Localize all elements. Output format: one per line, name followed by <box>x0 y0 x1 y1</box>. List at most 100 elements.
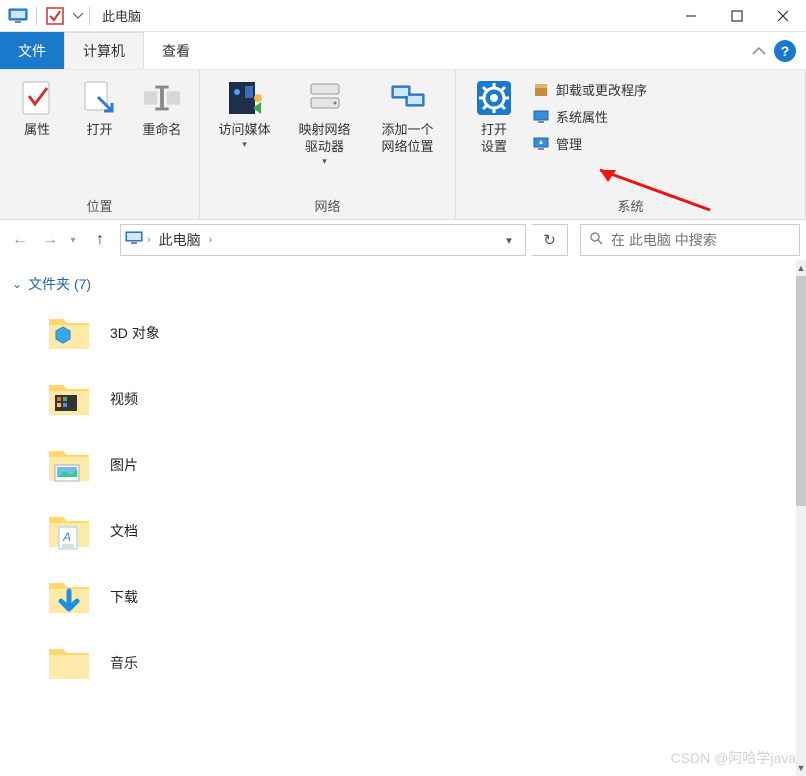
open-settings-button[interactable]: 打开 设置 <box>462 74 526 160</box>
scrollbar[interactable]: ▲ ▼ <box>796 260 806 776</box>
folder-3d-objects[interactable]: 3D 对象 <box>12 300 796 366</box>
window-title: 此电脑 <box>102 6 668 25</box>
add-network-location-button[interactable]: 添加一个 网络位置 <box>366 74 449 160</box>
window-controls <box>668 0 806 32</box>
refresh-button[interactable]: ↻ <box>532 224 568 256</box>
mapdrive-label: 映射网络 驱动器 <box>299 122 351 156</box>
close-button[interactable] <box>760 0 806 32</box>
address-bar[interactable]: › 此电脑 › ▾ <box>120 224 526 256</box>
breadcrumb-this-pc[interactable]: 此电脑 <box>155 230 205 250</box>
back-button[interactable]: ← <box>6 226 34 254</box>
folder-icon <box>42 372 96 426</box>
map-drive-button[interactable]: 映射网络 驱动器 ▾ <box>283 74 366 171</box>
folder-label: 文档 <box>110 521 138 541</box>
watermark: CSDN @阿哈学java <box>671 748 796 768</box>
scroll-thumb[interactable] <box>796 276 806 506</box>
up-button[interactable]: ↑ <box>86 226 114 254</box>
history-dropdown[interactable]: ▾ <box>66 226 80 254</box>
properties-check-icon[interactable] <box>41 2 69 30</box>
folder-icon <box>42 306 96 360</box>
chevron-down-icon: ⌄ <box>12 277 22 291</box>
settings-icon <box>474 78 514 118</box>
manage-button[interactable]: 管理 <box>528 132 651 155</box>
navigation-bar: ← → ▾ ↑ › 此电脑 › ▾ ↻ <box>0 220 806 260</box>
manage-icon <box>532 135 550 153</box>
ribbon-body: 属性 打开 重命名 位置 访问媒体 <box>0 70 806 220</box>
content-area: ⌄ 文件夹 (7) 3D 对象 视频 图片 A 文档 下载 <box>0 260 796 776</box>
folder-music[interactable]: 音乐 <box>12 630 796 696</box>
ribbon-group-system: 打开 设置 卸载或更改程序 系统属性 管理 系统 <box>456 70 806 219</box>
search-input[interactable] <box>611 232 792 248</box>
properties-button[interactable]: 属性 <box>6 74 68 143</box>
section-title: 文件夹 (7) <box>28 274 91 294</box>
properties-label: 属性 <box>24 122 50 139</box>
qat-separator <box>36 7 37 25</box>
network-location-icon <box>388 78 428 118</box>
uninstall-label: 卸载或更改程序 <box>556 80 647 99</box>
search-box[interactable] <box>580 224 800 256</box>
properties-icon <box>17 78 57 118</box>
search-icon <box>589 231 603 250</box>
sysprops-label: 系统属性 <box>556 107 608 126</box>
maximize-button[interactable] <box>714 0 760 32</box>
address-dropdown[interactable]: ▾ <box>497 234 521 247</box>
folder-label: 视频 <box>110 389 138 409</box>
uninstall-programs-button[interactable]: 卸载或更改程序 <box>528 78 651 101</box>
folder-icon <box>42 438 96 492</box>
folder-label: 下载 <box>110 587 138 607</box>
open-icon <box>79 78 119 118</box>
opensettings-label: 打开 设置 <box>481 122 507 156</box>
title-bar: 此电脑 <box>0 0 806 32</box>
breadcrumb-arrow-icon[interactable]: › <box>147 234 151 246</box>
folder-icon: A <box>42 504 96 558</box>
forward-button[interactable]: → <box>36 226 64 254</box>
dropdown-icon: ▾ <box>242 139 247 150</box>
ribbon-tabs: 文件 计算机 查看 ? <box>0 32 806 70</box>
access-media-button[interactable]: 访问媒体 ▾ <box>206 74 283 154</box>
rename-label: 重命名 <box>142 122 181 139</box>
folder-downloads[interactable]: 下载 <box>12 564 796 630</box>
drive-icon <box>305 78 345 118</box>
system-properties-button[interactable]: 系统属性 <box>528 105 651 128</box>
scroll-down-icon[interactable]: ▼ <box>796 760 806 776</box>
folder-label: 音乐 <box>110 653 138 673</box>
manage-label: 管理 <box>556 134 582 153</box>
addloc-label: 添加一个 网络位置 <box>381 122 433 156</box>
media-label: 访问媒体 <box>219 122 271 139</box>
rename-icon <box>142 78 182 118</box>
breadcrumb-arrow-icon[interactable]: › <box>209 234 213 246</box>
folder-icon <box>42 570 96 624</box>
folder-pictures[interactable]: 图片 <box>12 432 796 498</box>
folder-icon <box>42 636 96 690</box>
box-icon <box>532 81 550 99</box>
folder-label: 图片 <box>110 455 138 475</box>
system-side-list: 卸载或更改程序 系统属性 管理 <box>526 74 653 159</box>
dropdown-icon: ▾ <box>322 156 327 167</box>
computer-icon[interactable] <box>4 2 32 30</box>
ribbon-group-network: 访问媒体 ▾ 映射网络 驱动器 ▾ 添加一个 网络位置 网络 <box>200 70 456 219</box>
open-label: 打开 <box>86 122 112 139</box>
folder-label: 3D 对象 <box>110 323 160 343</box>
ribbon-group-location: 属性 打开 重命名 位置 <box>0 70 200 219</box>
scroll-up-icon[interactable]: ▲ <box>796 260 806 276</box>
folder-documents[interactable]: A 文档 <box>12 498 796 564</box>
group-system-label: 系统 <box>462 192 799 217</box>
quick-access-toolbar <box>0 2 96 30</box>
group-network-label: 网络 <box>206 192 449 217</box>
folder-videos[interactable]: 视频 <box>12 366 796 432</box>
tab-file[interactable]: 文件 <box>0 32 64 69</box>
qat-separator <box>89 7 90 25</box>
collapse-ribbon-button[interactable] <box>752 43 766 59</box>
media-icon <box>225 78 265 118</box>
qat-dropdown-icon[interactable] <box>71 2 85 30</box>
minimize-button[interactable] <box>668 0 714 32</box>
tab-computer[interactable]: 计算机 <box>64 32 144 69</box>
rename-button[interactable]: 重命名 <box>131 74 193 143</box>
open-button[interactable]: 打开 <box>68 74 130 143</box>
help-button[interactable]: ? <box>774 40 796 62</box>
group-location-label: 位置 <box>6 192 193 217</box>
section-folders-header[interactable]: ⌄ 文件夹 (7) <box>12 268 796 300</box>
monitor-icon <box>532 108 550 126</box>
computer-icon <box>125 231 143 250</box>
tab-view[interactable]: 查看 <box>144 32 208 69</box>
